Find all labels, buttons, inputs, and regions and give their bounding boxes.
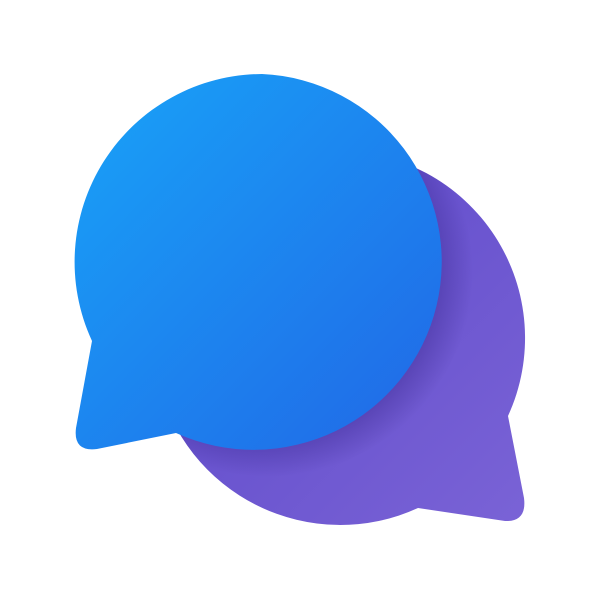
front-chat-bubble bbox=[74, 74, 442, 450]
front-bubble-shape bbox=[74, 74, 442, 450]
chat-bubbles-icon bbox=[74, 74, 526, 525]
app-icon-canvas bbox=[0, 0, 600, 600]
